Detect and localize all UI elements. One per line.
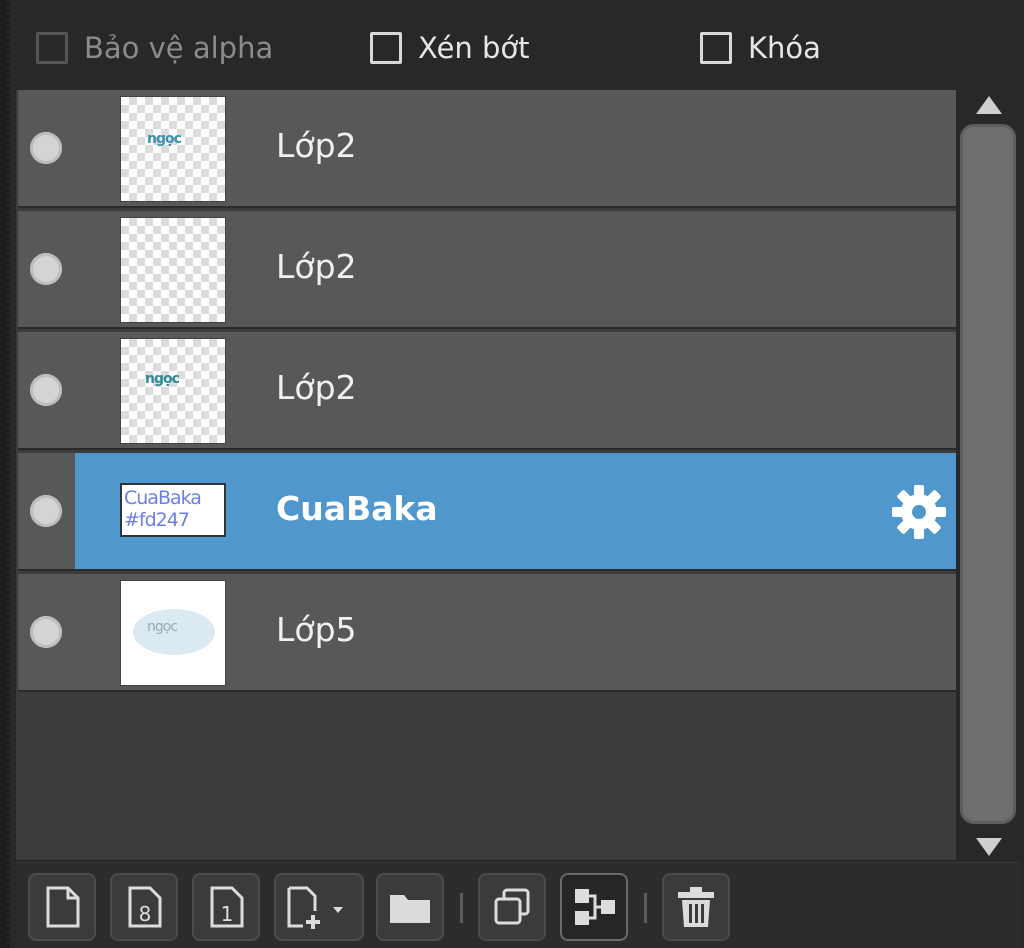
clip-checkbox[interactable]	[370, 32, 402, 64]
layer-name: Lớp2	[276, 247, 357, 286]
new-1bit-layer-button[interactable]: 1	[192, 873, 260, 941]
layer-thumbnail: ngọc	[120, 580, 226, 686]
layer-row-selected[interactable]: CuaBaka #fd247 CuaBaka	[18, 453, 956, 571]
new-8bit-layer-button[interactable]: 8	[110, 873, 178, 941]
layer-thumbnail: ngọc	[120, 338, 226, 444]
new-8bit-layer-icon: 8	[128, 886, 162, 928]
layer-name: Lớp2	[276, 368, 357, 407]
lock-option[interactable]: Khóa	[700, 28, 821, 68]
duplicate-layer-button[interactable]	[478, 873, 546, 941]
svg-text:1: 1	[221, 902, 234, 926]
delete-layer-button[interactable]	[662, 873, 730, 941]
visibility-toggle[interactable]	[30, 495, 62, 527]
visibility-toggle[interactable]	[30, 253, 62, 285]
layer-options-bar: Bảo vệ alpha Xén bớt Khóa	[18, 22, 1018, 74]
add-layer-dropdown-icon	[287, 886, 343, 929]
layer-thumbnail	[120, 217, 226, 323]
alpha-protect-label: Bảo vệ alpha	[84, 31, 274, 65]
layer-name: Lớp5	[276, 610, 357, 649]
trash-icon	[678, 887, 714, 927]
toolbar-separator	[460, 893, 463, 923]
new-1bit-layer-icon: 1	[210, 886, 244, 928]
duplicate-icon	[494, 888, 530, 925]
visibility-toggle[interactable]	[30, 374, 62, 406]
merge-layers-icon	[575, 889, 615, 925]
gear-icon[interactable]	[890, 483, 948, 541]
new-layer-button[interactable]	[28, 873, 96, 941]
svg-text:8: 8	[139, 902, 152, 926]
visibility-toggle[interactable]	[30, 132, 62, 164]
lock-label: Khóa	[748, 31, 821, 65]
layer-list: ngọc Lớp2 Lớp2 ngọc Lớp2 CuaBaka #fd247 …	[16, 90, 956, 860]
clip-label: Xén bớt	[418, 31, 530, 65]
vertical-scrollbar[interactable]	[956, 90, 1020, 860]
alpha-protect-option: Bảo vệ alpha	[36, 28, 273, 68]
layer-toolbar: 8 1	[16, 862, 1020, 948]
visibility-toggle[interactable]	[30, 616, 62, 648]
lock-checkbox[interactable]	[700, 32, 732, 64]
new-layer-icon	[46, 886, 80, 928]
panel-resize-handle[interactable]	[0, 0, 10, 948]
toolbar-separator	[644, 893, 647, 923]
layer-row[interactable]: ngọc Lớp2	[18, 332, 956, 450]
layer-row[interactable]: Lớp2	[18, 211, 956, 329]
scrollbar-thumb[interactable]	[960, 124, 1016, 824]
layer-row[interactable]: ngọc Lớp5	[18, 574, 956, 692]
layer-thumbnail: CuaBaka #fd247	[120, 483, 226, 537]
scroll-up-arrow-icon[interactable]	[976, 96, 1002, 114]
alpha-protect-checkbox	[36, 32, 68, 64]
add-layer-dropdown-button[interactable]	[274, 873, 364, 941]
scroll-down-arrow-icon[interactable]	[976, 838, 1002, 856]
layer-row[interactable]: ngọc Lớp2	[18, 90, 956, 208]
folder-icon	[390, 895, 430, 923]
layer-name: CuaBaka	[276, 489, 438, 528]
clip-option[interactable]: Xén bớt	[370, 28, 530, 68]
layer-name: Lớp2	[276, 126, 357, 165]
merge-layers-button[interactable]	[560, 873, 628, 941]
layer-thumbnail: ngọc	[120, 96, 226, 202]
new-folder-button[interactable]	[376, 873, 444, 941]
